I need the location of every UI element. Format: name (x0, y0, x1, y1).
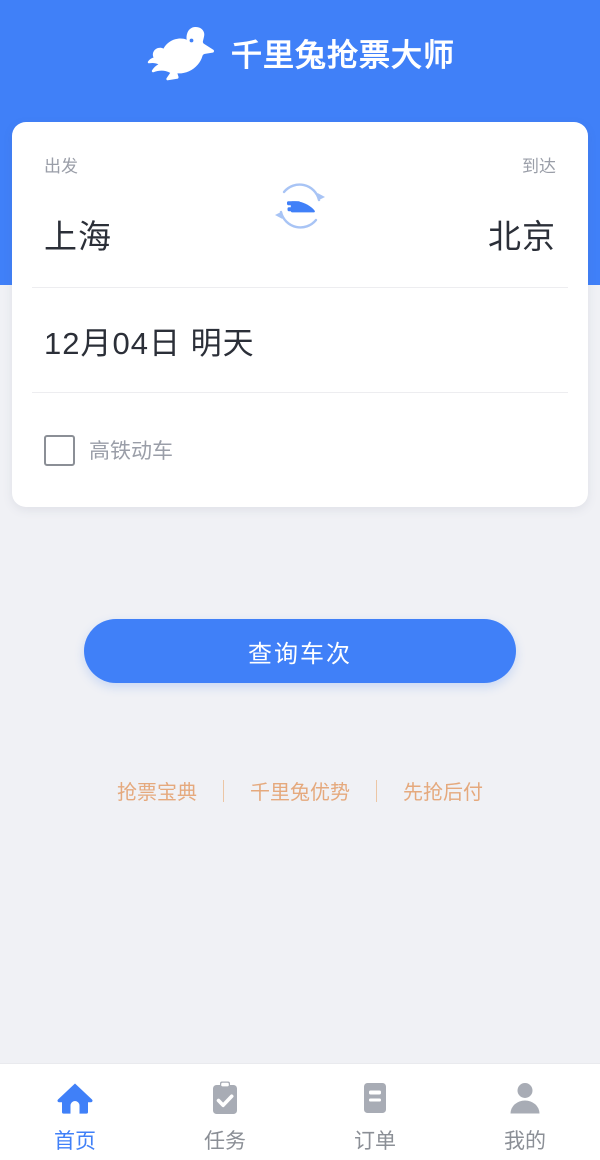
route-row: 出发 上海 到达 北京 (12, 122, 588, 287)
tab-home-label: 首页 (54, 1130, 96, 1153)
tab-profile-label: 我的 (504, 1130, 546, 1153)
rabbit-logo-icon (145, 23, 217, 83)
high-speed-option-row[interactable]: 高铁动车 (12, 393, 588, 507)
search-trains-button[interactable]: 查询车次 (84, 619, 516, 683)
tab-home[interactable]: 首页 (0, 1064, 150, 1160)
order-document-icon (355, 1078, 395, 1118)
promo-links: 抢票宝典 千里兔优势 先抢后付 (0, 776, 600, 805)
date-row[interactable]: 12月04日 明天 (12, 288, 588, 392)
departure-label: 出发 (44, 157, 78, 176)
tab-tasks-label: 任务 (204, 1130, 246, 1153)
promo-link-advantage[interactable]: 千里兔优势 (224, 776, 376, 805)
tab-orders[interactable]: 订单 (300, 1064, 450, 1160)
tab-profile[interactable]: 我的 (450, 1064, 600, 1160)
departure-city[interactable]: 上海 (44, 210, 112, 258)
arrival-city[interactable]: 北京 (488, 210, 556, 258)
app-root: 千里兔抢票大师 出发 上海 到达 北京 12月04日 明天 高铁动车 查询车次 … (0, 0, 600, 1160)
home-icon (55, 1078, 95, 1118)
tab-orders-label: 订单 (354, 1130, 396, 1153)
bottom-tab-bar: 首页 任务 订单 我的 (0, 1063, 600, 1160)
high-speed-checkbox[interactable] (44, 434, 75, 466)
promo-link-guide[interactable]: 抢票宝典 (91, 776, 223, 805)
tab-tasks[interactable]: 任务 (150, 1064, 300, 1160)
high-speed-label: 高铁动车 (89, 440, 173, 463)
arrival-label: 到达 (522, 157, 556, 176)
travel-date: 12月04日 明天 (44, 325, 255, 361)
promo-link-pay-later[interactable]: 先抢后付 (377, 776, 509, 805)
app-title: 千里兔抢票大师 (231, 38, 455, 73)
clipboard-check-icon (205, 1078, 245, 1118)
app-header: 千里兔抢票大师 (0, 0, 600, 105)
person-icon (505, 1078, 545, 1118)
swap-train-icon[interactable] (269, 175, 331, 237)
search-card: 出发 上海 到达 北京 12月04日 明天 高铁动车 (12, 122, 588, 507)
